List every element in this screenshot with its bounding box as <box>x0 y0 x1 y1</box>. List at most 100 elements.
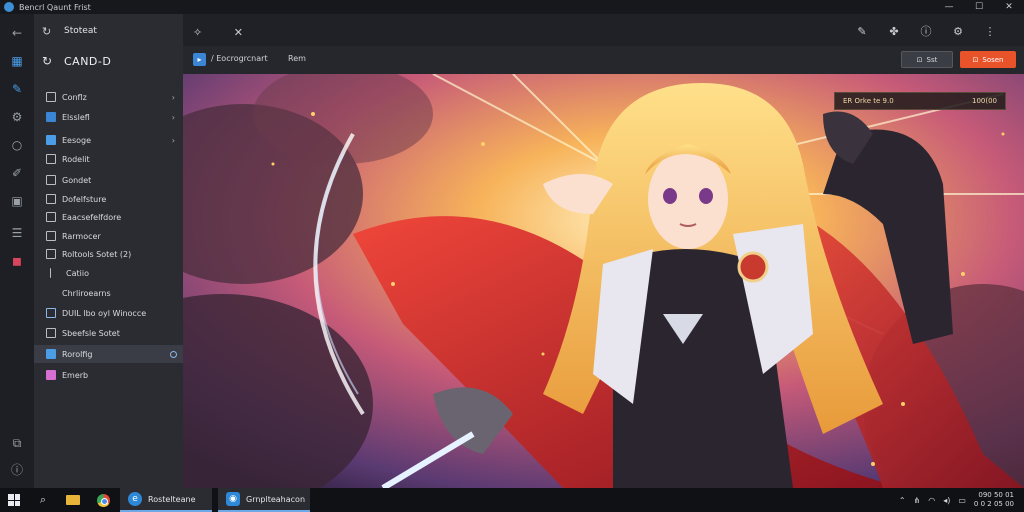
item-icon <box>46 249 56 259</box>
item-icon <box>50 268 52 278</box>
sidebar-item-label: Chrliroearns <box>62 288 111 298</box>
sidebar-item[interactable]: Eaacsefelfdore <box>34 208 183 226</box>
minimize-button[interactable]: — <box>934 0 964 14</box>
item-icon <box>46 288 56 298</box>
clock-date: 0 0 2 05 00 <box>973 500 1014 508</box>
app-window: Bencrl Qaunt Frist — ☐ ✕ ← ▦ ✎ ⚙ ○ ✐ ▣ ☰… <box>0 0 1024 488</box>
help-icon[interactable]: ⓘ <box>910 22 942 40</box>
sidebar-item[interactable]: Elsslefl › <box>34 108 183 126</box>
sidebar-item[interactable]: Rarmocer <box>34 227 183 245</box>
sidebar-header[interactable]: ↻ Stoteat <box>34 20 183 42</box>
refresh-icon: ↻ <box>42 24 52 38</box>
sidebar-item[interactable]: Eesoge › <box>34 131 183 149</box>
secondary-button-label: Sst <box>926 55 938 64</box>
brush-icon[interactable]: ✎ <box>846 22 878 40</box>
file-explorer-button[interactable] <box>58 488 88 512</box>
share-icon: ⊡ <box>916 55 923 64</box>
chrome-icon <box>96 493 110 507</box>
badge-label: ER Orke te 9.0 <box>843 97 894 105</box>
sidebar-item-label: Eesoge <box>62 135 92 145</box>
browser-button[interactable] <box>88 488 118 512</box>
clock-time: 090 50 01 <box>978 491 1014 499</box>
sidebar-item-label: Rorolfig <box>62 349 93 359</box>
breadcrumb-item[interactable]: Rem <box>288 54 306 63</box>
sidebar-item[interactable]: Sbeefsle Sotet <box>34 324 183 342</box>
wifi-icon[interactable]: ◠ <box>928 496 935 505</box>
clock[interactable]: 090 50 01 0 0 2 05 00 <box>974 491 1014 509</box>
chevron-right-icon: › <box>171 112 175 122</box>
tab-active[interactable]: ✧ ✕ <box>183 18 247 46</box>
gear-icon[interactable]: ⚙ <box>8 108 26 126</box>
item-icon <box>46 212 56 222</box>
start-button[interactable] <box>0 488 28 512</box>
item-icon <box>46 194 56 204</box>
sidebar-item[interactable]: Chrliroearns <box>34 284 183 302</box>
taskbar-app-label: Grnplteahacon <box>246 494 306 504</box>
bag-icon[interactable]: ◼ <box>8 252 26 270</box>
calendar-icon[interactable]: ▦ <box>8 52 26 70</box>
sidebar-item[interactable]: DUIL lbo oyl Winocce <box>34 304 183 322</box>
primary-button[interactable]: ⊡ Sosen <box>960 51 1016 68</box>
badge-value: 100(00 <box>972 97 997 105</box>
sidebar-item[interactable]: Conflz › <box>34 88 183 106</box>
chevron-right-icon: › <box>171 92 175 102</box>
search-icon[interactable]: ⌕ <box>28 488 58 512</box>
sidebar-item-label: Rarmocer <box>62 231 101 241</box>
item-icon <box>46 92 56 102</box>
layout-icon[interactable]: ▣ <box>8 192 26 210</box>
sidebar-item-label: DUIL lbo oyl Winocce <box>62 308 147 318</box>
close-tab-icon[interactable]: ✕ <box>234 26 243 39</box>
close-window-button[interactable]: ✕ <box>994 0 1024 14</box>
taskbar: ⌕ e Rostelteane ◉ Grnplteahacon ⌃ ⋔ ◠ ◂)… <box>0 488 1024 512</box>
taskbar-app-1[interactable]: e Rostelteane <box>120 488 212 512</box>
maximize-button[interactable]: ☐ <box>964 0 994 14</box>
circle-icon[interactable]: ○ <box>8 136 26 154</box>
edit-icon[interactable]: ✐ <box>8 164 26 182</box>
page-icon: ▸ <box>193 53 206 66</box>
app-logo-icon <box>4 2 14 12</box>
window-controls: — ☐ ✕ <box>934 0 1024 14</box>
info-icon[interactable]: ⓘ <box>8 460 26 478</box>
window-title: Bencrl Qaunt Frist <box>19 2 91 12</box>
sidebar-item-label: Roltools Sotet (2) <box>62 249 132 259</box>
breadcrumb[interactable]: / Eocrogrcnart <box>211 54 268 63</box>
network-icon[interactable]: ⋔ <box>914 496 921 505</box>
more-icon[interactable]: ⋮ <box>974 22 1006 40</box>
sidebar-item[interactable]: Catiio <box>34 264 183 282</box>
sidebar: ↻ Stoteat ↻ CAND-D Conflz › Elsslefl › E… <box>34 14 183 488</box>
item-icon <box>46 231 56 241</box>
edge-icon: e <box>128 492 142 506</box>
brush-icon[interactable]: ✎ <box>8 80 26 98</box>
sidebar-item[interactable]: Dofelfsture <box>34 190 183 208</box>
sidebar-title-label: CAND-D <box>64 54 112 68</box>
save-icon: ⊡ <box>972 55 979 64</box>
sidebar-item[interactable]: Roltools Sotet (2) <box>34 245 183 263</box>
volume-icon[interactable]: ◂) <box>943 496 950 505</box>
extension-icon[interactable]: ✤ <box>878 22 910 40</box>
artwork-canvas: ER Orke te 9.0 100(00 <box>183 74 1024 488</box>
tab-sparkle-icon: ✧ <box>193 25 203 39</box>
battery-icon[interactable]: ▭ <box>958 496 966 505</box>
item-icon <box>46 370 56 380</box>
item-icon <box>46 175 56 185</box>
secondary-button[interactable]: ⊡ Sst <box>901 51 953 68</box>
sidebar-item-label: Rodelit <box>62 154 90 164</box>
chevron-up-icon[interactable]: ⌃ <box>899 496 906 505</box>
sidebar-item[interactable]: Gondet <box>34 171 183 189</box>
status-dot-icon <box>170 350 177 358</box>
artwork-image <box>183 74 1024 488</box>
item-icon <box>46 349 56 359</box>
sidebar-header-label: Stoteat <box>64 26 97 36</box>
sidebar-item-selected[interactable]: Rorolfig <box>34 345 183 363</box>
item-icon <box>46 112 56 122</box>
list-icon[interactable]: ☰ <box>8 224 26 242</box>
settings-icon[interactable]: ⚙ <box>942 22 974 40</box>
sidebar-item-label: Eaacsefelfdore <box>62 212 122 222</box>
back-arrow-icon[interactable]: ← <box>8 24 26 42</box>
sidebar-title[interactable]: ↻ CAND-D <box>34 50 183 72</box>
icon-rail: ← ▦ ✎ ⚙ ○ ✐ ▣ ☰ ◼ ⧉ ⓘ <box>0 14 34 488</box>
sidebar-item[interactable]: Emerb <box>34 366 183 384</box>
taskbar-app-2[interactable]: ◉ Grnplteahacon <box>218 488 310 512</box>
sidebar-item[interactable]: Rodelit <box>34 150 183 168</box>
layers-icon[interactable]: ⧉ <box>8 434 26 452</box>
